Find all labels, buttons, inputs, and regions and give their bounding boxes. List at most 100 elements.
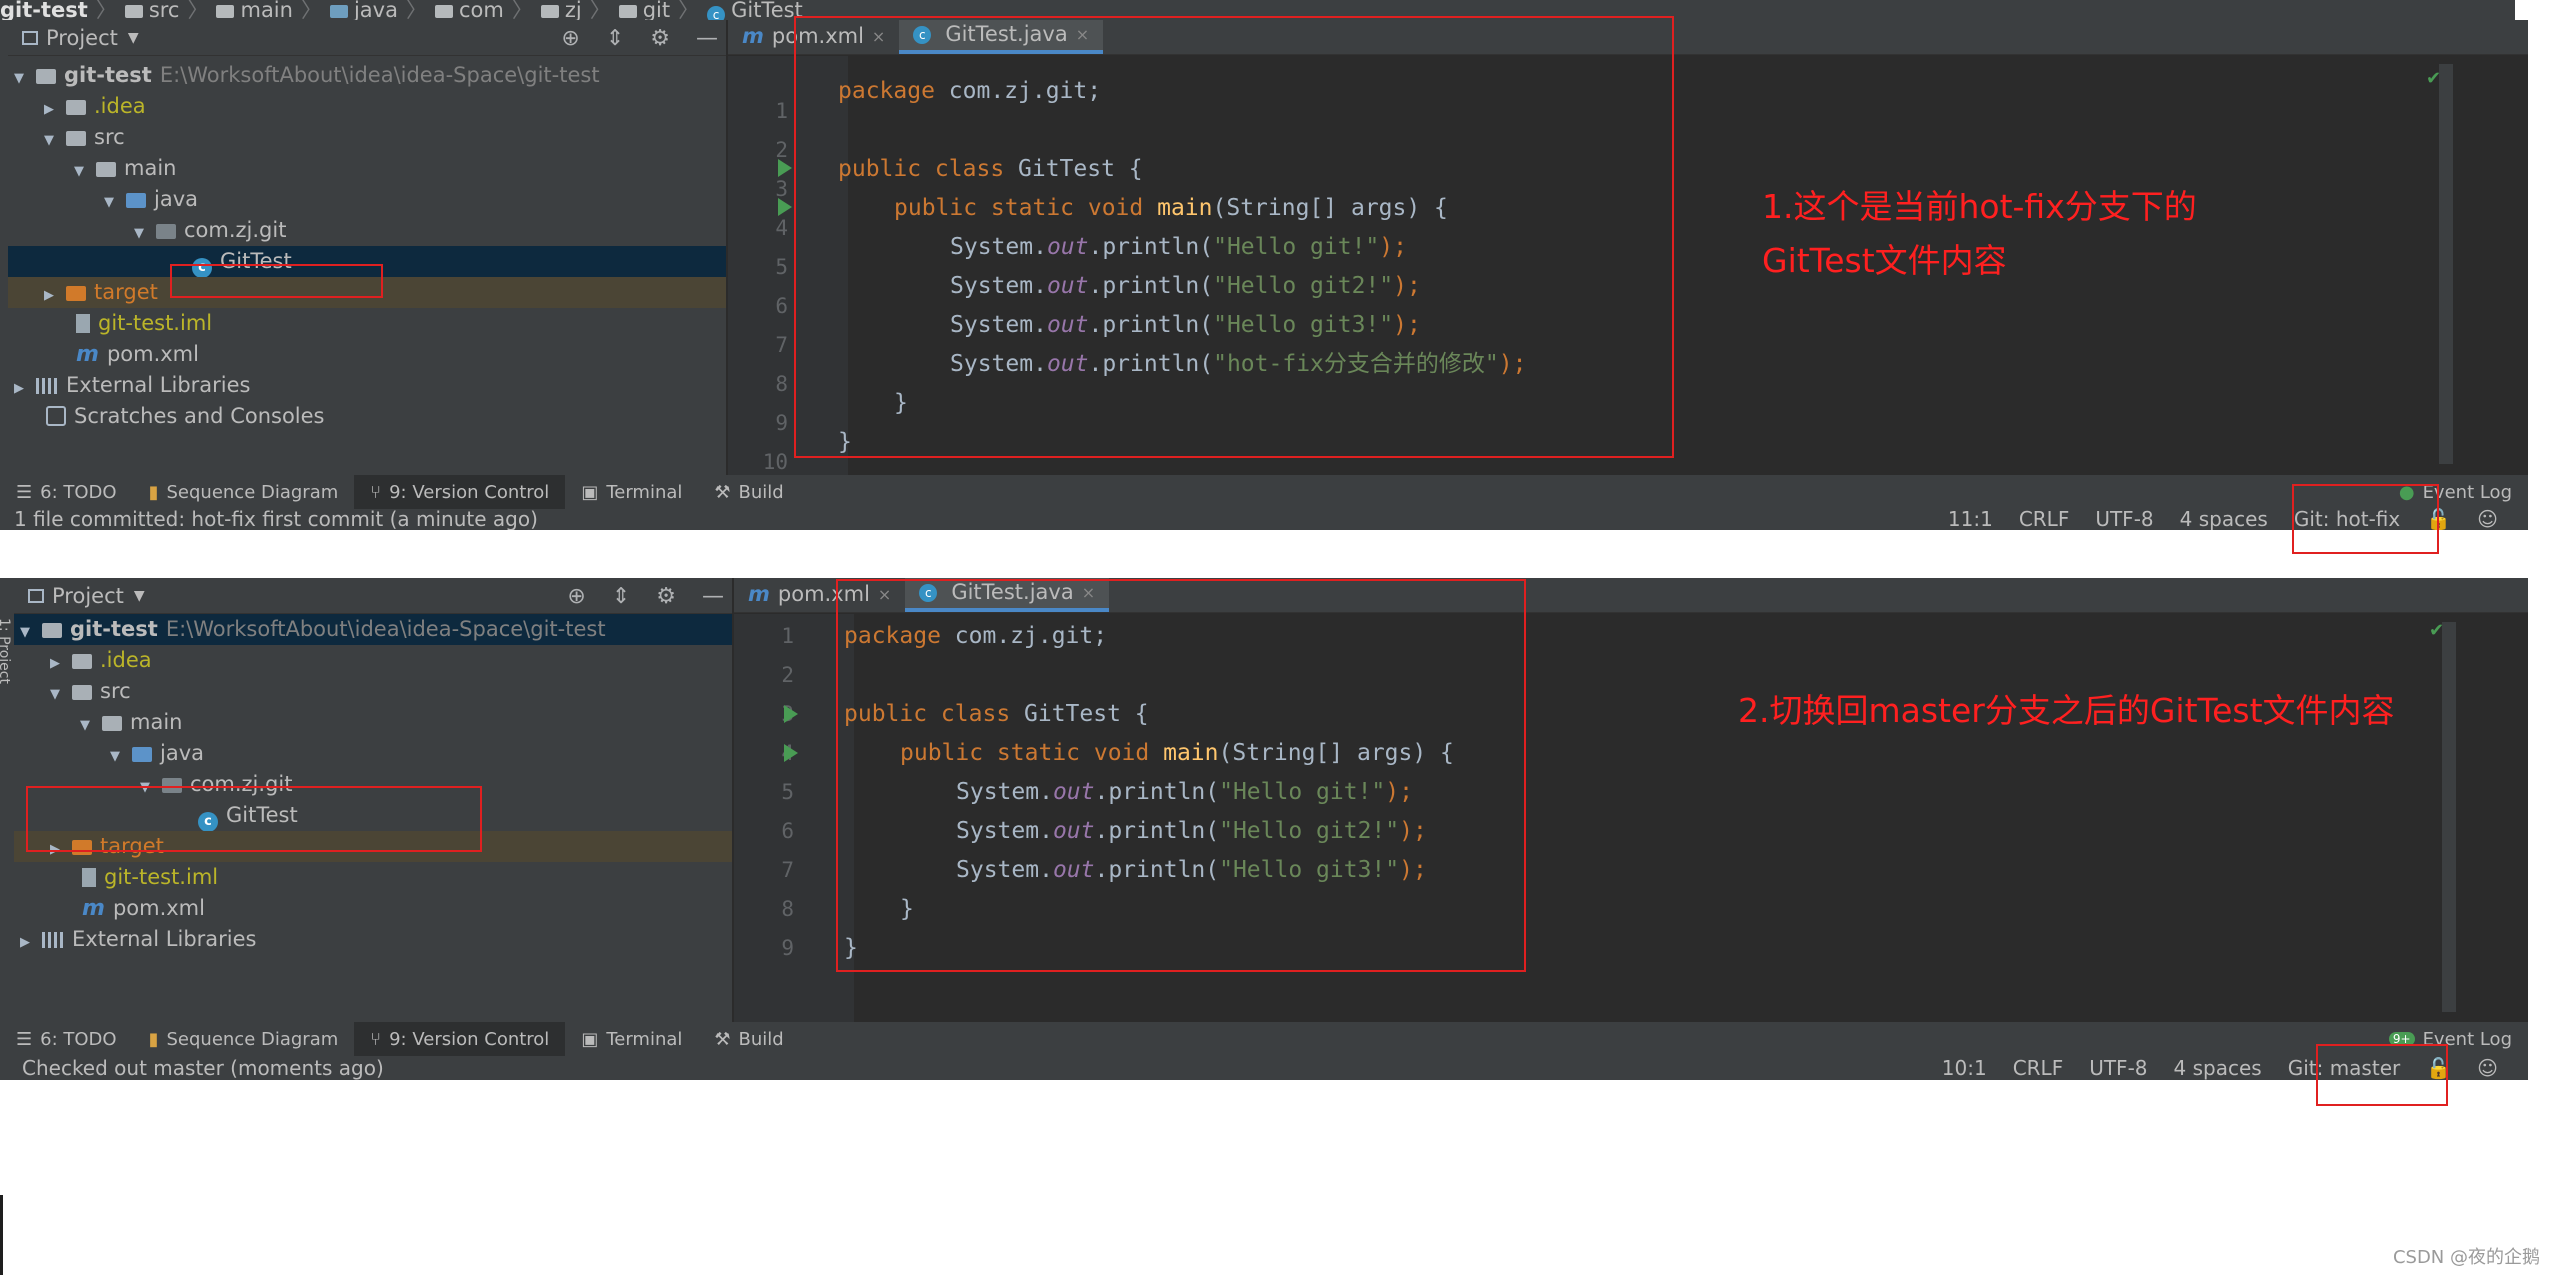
folder-icon	[66, 131, 86, 146]
tree-item-main[interactable]: ▼ main	[14, 707, 732, 738]
tree-item-libraries[interactable]: ▶ External Libraries	[8, 370, 726, 401]
breadcrumb-item[interactable]: zj	[565, 0, 582, 20]
hide-icon[interactable]: —	[696, 26, 718, 51]
list-icon: ☰	[16, 481, 33, 503]
excluded-folder-icon	[66, 286, 86, 301]
annotation-line: 2.切换回master分支之后的GitTest文件内容	[1738, 691, 2395, 730]
status-bar: 1 file committed: hot-fix first commit (…	[0, 509, 2528, 530]
maven-icon: m	[742, 24, 764, 48]
breadcrumb-item[interactable]: src	[149, 0, 180, 20]
breadcrumb-item[interactable]: com	[459, 0, 504, 20]
breadcrumb-item[interactable]: main	[240, 0, 292, 20]
breadcrumb-item[interactable]: git	[643, 0, 670, 20]
encoding[interactable]: UTF-8	[2089, 1056, 2147, 1080]
indent-setting[interactable]: 4 spaces	[2174, 1056, 2262, 1080]
status-bar: Checked out master (moments ago) 10:1 CR…	[0, 1056, 2528, 1080]
locate-icon[interactable]: ⊕	[567, 584, 585, 609]
vertical-scrollbar[interactable]	[2439, 64, 2453, 464]
tree-item-idea[interactable]: ▶ .idea	[14, 645, 732, 676]
line-number: 9	[775, 411, 788, 435]
todo-button[interactable]: ☰ 6: TODO	[0, 475, 133, 509]
caret-position[interactable]: 11:1	[1948, 509, 1993, 530]
tree-item-iml[interactable]: git-test.iml	[14, 862, 732, 893]
tree-item-scratches[interactable]: Scratches and Consoles	[8, 401, 726, 432]
tree-item-src[interactable]: ▼ src	[8, 122, 726, 153]
list-icon: ☰	[16, 1028, 33, 1050]
tree-item-pom[interactable]: m pom.xml	[14, 893, 732, 924]
run-main-icon[interactable]	[784, 744, 798, 762]
collapse-icon[interactable]: ⇕	[612, 584, 630, 609]
line-number: 9	[781, 936, 794, 960]
build-button[interactable]: ⚒ Build	[698, 1022, 799, 1056]
breadcrumb-item[interactable]: GitTest	[731, 0, 803, 20]
project-view-selector[interactable]: Project	[46, 26, 118, 50]
version-control-button[interactable]: ⑂ 9: Version Control	[354, 475, 566, 509]
breadcrumb-item[interactable]: java	[354, 0, 398, 20]
sequence-diagram-button[interactable]: ▮ Sequence Diagram	[133, 475, 355, 509]
hector-icon[interactable]: ☺	[2477, 1056, 2498, 1080]
package-icon	[540, 5, 559, 18]
todo-button[interactable]: ☰ 6: TODO	[0, 1022, 133, 1056]
module-folder-icon	[42, 623, 62, 638]
indent-setting[interactable]: 4 spaces	[2180, 509, 2268, 530]
line-separator[interactable]: CRLF	[2019, 509, 2070, 530]
run-class-icon[interactable]	[778, 159, 792, 177]
encoding[interactable]: UTF-8	[2095, 509, 2153, 530]
annotation-1: 1.这个是当前hot-fix分支下的 GitTest文件内容	[1762, 180, 2197, 288]
tree-item-root[interactable]: ▼ git-test E:\WorksoftAbout\idea\idea-Spac…	[14, 614, 732, 645]
chevron-down-icon[interactable]: ▼	[134, 588, 145, 604]
tree-item-package[interactable]: ▼ com.zj.git	[8, 215, 726, 246]
class-icon: c	[707, 6, 726, 20]
tree-item-src[interactable]: ▼ src	[14, 676, 732, 707]
highlight-box-tree-2	[26, 786, 482, 852]
tree-item-main[interactable]: ▼ main	[8, 153, 726, 184]
project-side-tab[interactable]: 1: Project	[0, 618, 12, 684]
folder-icon	[102, 716, 122, 731]
run-main-icon[interactable]	[778, 198, 792, 216]
highlight-box-branch-2	[2316, 1044, 2448, 1106]
terminal-button[interactable]: ▣ Terminal	[565, 1022, 698, 1056]
vertical-scrollbar[interactable]	[2442, 622, 2456, 1012]
project-panel-header: Project ▼ ⊕ ⇕ ⚙ —	[8, 20, 726, 56]
hector-icon[interactable]: ☺	[2477, 509, 2498, 530]
locate-icon[interactable]: ⊕	[561, 26, 579, 51]
maven-icon: m	[748, 582, 770, 606]
source-folder-icon	[132, 747, 152, 762]
tree-item-libraries[interactable]: ▶ External Libraries	[14, 924, 732, 955]
gear-icon[interactable]: ⚙	[650, 26, 670, 51]
tree-item-root[interactable]: ▼ git-test E:\WorksoftAbout\idea\idea-Spac…	[8, 60, 726, 91]
terminal-button[interactable]: ▣ Terminal	[565, 475, 698, 509]
tree-item-iml[interactable]: git-test.iml	[8, 308, 726, 339]
project-view-selector[interactable]: Project	[52, 584, 124, 608]
line-separator[interactable]: CRLF	[2013, 1056, 2064, 1080]
version-control-button[interactable]: ⑂ 9: Version Control	[354, 1022, 566, 1056]
tree-item-pom[interactable]: m pom.xml	[8, 339, 726, 370]
line-number: 7	[775, 333, 788, 357]
module-file-icon	[82, 868, 96, 887]
collapse-icon[interactable]: ⇕	[606, 26, 624, 51]
line-number: 6	[775, 294, 788, 318]
project-icon	[28, 588, 44, 603]
sequence-diagram-button[interactable]: ▮ Sequence Diagram	[133, 1022, 355, 1056]
line-number: 8	[781, 897, 794, 921]
tree-item-java[interactable]: ▼ java	[14, 738, 732, 769]
gear-icon[interactable]: ⚙	[656, 584, 676, 609]
caret-position[interactable]: 10:1	[1942, 1056, 1987, 1080]
source-folder-icon	[126, 193, 146, 208]
tree-item-java[interactable]: ▼ java	[8, 184, 726, 215]
highlight-box-tree-1	[170, 264, 383, 298]
line-number: 1	[781, 624, 794, 648]
module-file-icon	[76, 314, 90, 333]
highlight-box-code-2	[836, 579, 1526, 972]
maven-icon: m	[76, 342, 99, 367]
line-number: 7	[781, 858, 794, 882]
run-class-icon[interactable]	[784, 705, 798, 723]
build-button[interactable]: ⚒ Build	[698, 475, 799, 509]
tree-item-idea[interactable]: ▶ .idea	[8, 91, 726, 122]
hide-icon[interactable]: —	[702, 584, 724, 609]
chevron-down-icon[interactable]: ▼	[128, 30, 139, 46]
diagram-icon: ▮	[148, 481, 159, 503]
highlight-box-code-1	[794, 16, 1674, 458]
scratches-icon	[46, 406, 66, 426]
breadcrumb-item[interactable]: git-test	[0, 0, 88, 20]
